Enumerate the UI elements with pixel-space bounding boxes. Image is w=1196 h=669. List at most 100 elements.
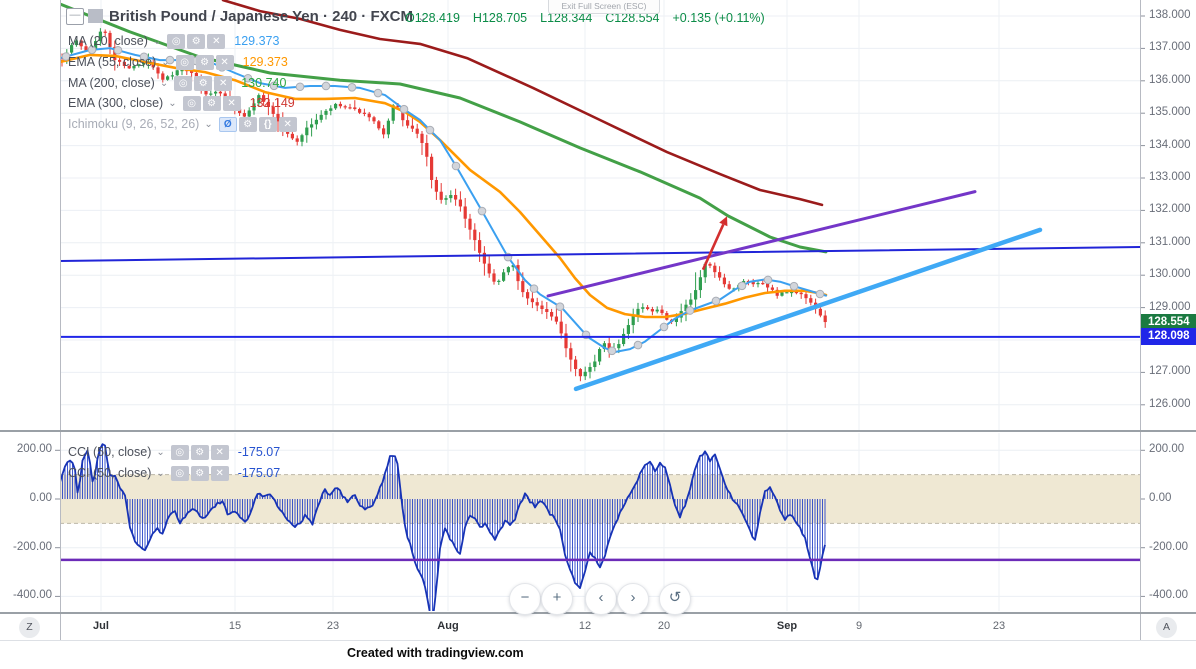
- legend-icons-ma200: ◎ ⚙ ✕: [174, 75, 233, 91]
- legend-value-ma200: 130.740: [241, 76, 287, 90]
- visibility-icon[interactable]: ◎: [170, 444, 189, 460]
- legend-row-cci-1[interactable]: CCI (50, close) ⌄ ◎ ⚙ ✕ -175.07: [68, 443, 280, 461]
- auto-scale-button[interactable]: A: [1156, 617, 1177, 638]
- cci-tick-label: 0.00: [1149, 492, 1172, 504]
- scroll-left-button[interactable]: ‹: [585, 583, 617, 615]
- time-tick-label[interactable]: Aug: [437, 620, 458, 632]
- legend-label-ema55: EMA (55, close): [68, 55, 157, 69]
- legend-row-ma200[interactable]: MA (200, close) ⌄ ◎ ⚙ ✕ 130.740: [68, 74, 286, 92]
- legend-row-ma20[interactable]: MA (20, close) ⌄ ◎ ⚙ ✕ 129.373: [68, 32, 279, 50]
- chevron-down-icon[interactable]: ⌄: [156, 447, 164, 458]
- time-tick-label[interactable]: 23: [993, 620, 1005, 632]
- legend-value-ema55: 129.373: [242, 55, 288, 69]
- braces-icon[interactable]: {}: [258, 116, 277, 132]
- legend-icons-cci-2: ◎ ⚙ ✕: [170, 465, 229, 481]
- legend-row-ema300[interactable]: EMA (300, close) ⌄ ◎ ⚙ ✕ 132.149: [68, 94, 295, 112]
- close-icon[interactable]: ✕: [210, 465, 229, 481]
- chevron-down-icon[interactable]: ⌄: [160, 78, 168, 89]
- cci-tick-label-left: 0.00: [29, 492, 52, 504]
- ema-300-line[interactable]: [221, 0, 824, 207]
- collapse-pane-button[interactable]: —: [66, 8, 84, 25]
- left-axis-border: [60, 0, 61, 641]
- price-tick-label: 129.000: [1149, 300, 1191, 313]
- reset-view-button[interactable]: ↺: [659, 583, 691, 615]
- legend-label-cci-1: CCI (50, close): [68, 445, 152, 459]
- price-flag-128.098: 128.098: [1141, 328, 1196, 346]
- time-tick-label[interactable]: 20: [658, 620, 670, 632]
- time-tick-label[interactable]: Jul: [93, 620, 109, 632]
- price-tick-label: 135.000: [1149, 106, 1191, 119]
- open-value: O128.419: [405, 11, 460, 25]
- settings-icon[interactable]: ⚙: [195, 54, 214, 70]
- change-value: +0.135 (+0.11%): [672, 11, 765, 25]
- price-tick-label: 133.000: [1149, 171, 1191, 183]
- settings-icon[interactable]: ⚙: [202, 95, 221, 111]
- visibility-icon[interactable]: ◎: [170, 465, 189, 481]
- legend-row-cci-2[interactable]: CCI (50, close) ⌄ ◎ ⚙ ✕ -175.07: [68, 464, 280, 482]
- watermark: Created with tradingview.com: [347, 646, 524, 660]
- close-icon[interactable]: ✕: [222, 95, 241, 111]
- close-icon[interactable]: ✕: [207, 33, 226, 49]
- close-icon[interactable]: ✕: [215, 54, 234, 70]
- legend-icons-ichimoku: Ø ⚙{} ✕: [218, 116, 297, 132]
- symbol-logo-placeholder: [88, 9, 103, 23]
- breakout-arrow[interactable]: [701, 223, 725, 271]
- settings-icon[interactable]: ⚙: [190, 444, 209, 460]
- cci-tick-label-left: -200.00: [12, 540, 52, 553]
- price-tick-label: 138.000: [1149, 9, 1191, 21]
- settings-icon[interactable]: ⚙: [194, 75, 213, 91]
- legend-value-ema300: 132.149: [249, 96, 295, 110]
- close-icon[interactable]: ✕: [210, 444, 229, 460]
- legend-row-ichimoku[interactable]: Ichimoku (9, 26, 52, 26) ⌄ Ø ⚙{} ✕: [68, 115, 297, 133]
- pane-separator[interactable]: [0, 430, 1196, 432]
- exit-fullscreen-tooltip[interactable]: Exit Full Screen (ESC): [548, 0, 660, 14]
- timezone-button[interactable]: Z: [19, 617, 40, 638]
- legend-icons-ma20: ◎ ⚙ ✕: [167, 33, 226, 49]
- settings-icon[interactable]: ⚙: [187, 33, 206, 49]
- price-tick-label: 131.000: [1149, 235, 1191, 248]
- scroll-right-button[interactable]: ›: [617, 583, 649, 615]
- cci-tick-label: -400.00: [1149, 589, 1189, 602]
- price-tick-label: 127.000: [1149, 365, 1191, 378]
- legend-icons-cci-1: ◎ ⚙ ✕: [170, 444, 229, 460]
- trading-chart-app: — British Pound / Japanese Yen · 240 · F…: [0, 0, 1196, 669]
- close-icon[interactable]: ✕: [214, 75, 233, 91]
- legend-label-ema300: EMA (300, close): [68, 96, 164, 110]
- legend-icons-ema300: ◎ ⚙ ✕: [182, 95, 241, 111]
- zoom-in-button[interactable]: +: [541, 583, 573, 615]
- price-tick-label: 136.000: [1149, 73, 1191, 86]
- time-tick-label[interactable]: 23: [327, 620, 339, 632]
- price-tick-label: 126.000: [1149, 397, 1191, 410]
- symbol-title-text: British Pound / Japanese Yen · 240 · FXC…: [109, 8, 413, 25]
- chart-bottom-edge: [0, 640, 1196, 641]
- hidden-icon[interactable]: Ø: [218, 116, 237, 132]
- chevron-down-icon[interactable]: ⌄: [168, 98, 176, 109]
- high-value: H128.705: [472, 11, 528, 25]
- visibility-icon[interactable]: ◎: [182, 95, 201, 111]
- time-tick-label[interactable]: 9: [856, 620, 862, 632]
- legend-value-ma20: 129.373: [234, 34, 280, 48]
- chevron-down-icon[interactable]: ⌄: [204, 119, 212, 130]
- visibility-icon[interactable]: ◎: [167, 33, 186, 49]
- legend-value-cci-1: -175.07: [237, 445, 281, 459]
- close-icon[interactable]: ✕: [278, 116, 297, 132]
- time-tick-label[interactable]: Sep: [777, 620, 797, 632]
- chevron-down-icon[interactable]: ⌄: [156, 468, 164, 479]
- settings-icon[interactable]: ⚙: [190, 465, 209, 481]
- legend-row-ema55[interactable]: EMA (55, close) ⌄ ◎ ⚙ ✕ 129.373: [68, 53, 288, 71]
- price-tick-label: 137.000: [1149, 41, 1191, 54]
- cci-tick-label-left: 200.00: [16, 443, 52, 456]
- settings-icon[interactable]: ⚙: [238, 116, 257, 132]
- chevron-down-icon[interactable]: ⌄: [161, 57, 169, 68]
- time-tick-label[interactable]: 12: [579, 620, 591, 632]
- time-tick-label[interactable]: 15: [229, 620, 241, 632]
- visibility-icon[interactable]: ◎: [174, 75, 193, 91]
- visibility-icon[interactable]: ◎: [175, 54, 194, 70]
- symbol-title[interactable]: British Pound / Japanese Yen · 240 · FXC…: [109, 8, 427, 25]
- price-tick-label: 134.000: [1149, 138, 1191, 151]
- cci-tick-label: 200.00: [1149, 443, 1185, 456]
- legend-label-cci-2: CCI (50, close): [68, 466, 152, 480]
- chevron-down-icon[interactable]: ⌄: [153, 36, 161, 47]
- legend-value-cci-2: -175.07: [237, 466, 281, 480]
- zoom-out-button[interactable]: −: [509, 583, 541, 615]
